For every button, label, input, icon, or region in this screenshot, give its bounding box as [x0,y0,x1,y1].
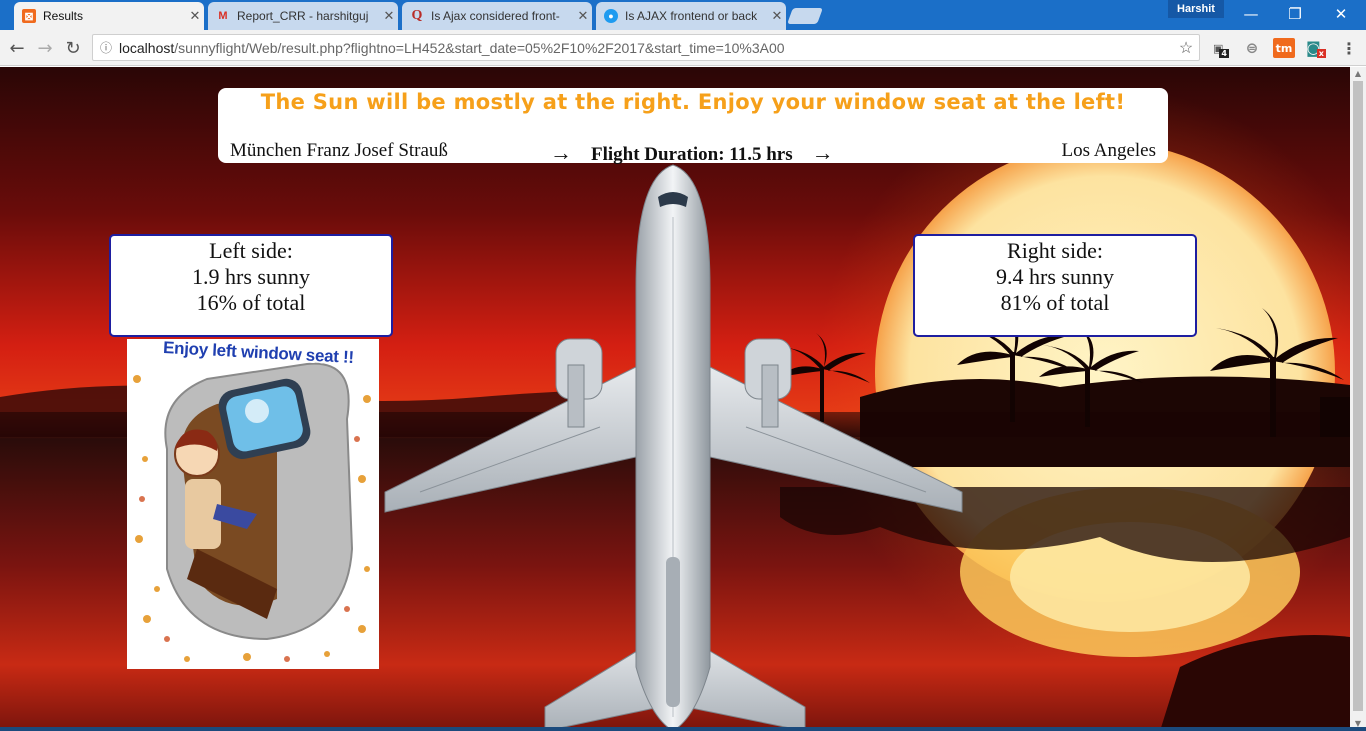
chat-extension-icon[interactable]: ◙ x [1305,38,1327,58]
tab-gmail[interactable]: M Report_CRR - harshitguj ✕ [208,2,398,30]
tab-label: Results [43,9,84,23]
left-side-label: Left side: [209,238,293,263]
minimize-icon[interactable]: — [1228,0,1274,28]
gmail-icon: M [218,10,228,22]
menu-kebab-icon[interactable]: ⋮ [1338,38,1360,58]
close-window-icon[interactable]: ✕ [1318,0,1364,28]
close-tab-icon[interactable]: ✕ [768,8,786,24]
profile-button[interactable]: Harshit [1168,0,1224,18]
right-side-summary: Right side: 9.4 hrs sunny 81% of total [913,234,1197,337]
extension-badge-icon[interactable]: ▣ 4 [1210,38,1232,58]
right-arrow-icon: → [550,140,572,165]
right-arrow-icon: → [811,140,834,165]
url-path: /sunnyflight/Web/result.php?flightno=LH4… [174,39,785,56]
flight-duration-label: Flight Duration: 11.5 hrs [591,144,793,165]
tab-label: Is Ajax considered front- [431,9,560,23]
forward-arrow-icon[interactable]: → [34,37,56,59]
extension-badge: 4 [1219,48,1229,58]
browser-titlebar: ⊠ Results ✕ M Report_CRR - harshitguj ✕ … [0,0,1366,30]
new-tab-button[interactable] [787,8,823,24]
close-tab-icon[interactable]: ✕ [380,8,398,24]
back-arrow-icon[interactable]: ← [6,37,28,59]
close-tab-icon[interactable]: ✕ [186,8,204,24]
origin-airport: München Franz Josef Strauß [230,140,448,161]
right-side-label: Right side: [1007,238,1103,263]
restore-icon[interactable]: ❐ [1272,0,1318,28]
browser-toolbar: ← → ↻ ⓘ localhost/sunnyflight/Web/result… [0,30,1366,66]
page-scrollbar[interactable]: ▲ ▼ [1350,67,1366,731]
url-host: localhost [119,39,175,56]
extension-alert-badge: x [1316,48,1326,58]
destination-airport: Los Angeles [1061,140,1156,161]
sync-icon[interactable]: ⊜ [1241,38,1263,58]
info-icon[interactable]: ⓘ [93,39,119,56]
scroll-up-icon[interactable]: ▲ [1350,67,1366,81]
page-content: The Sun will be mostly at the right. Enj… [0,67,1350,731]
close-tab-icon[interactable]: ✕ [574,8,592,24]
address-bar[interactable]: ⓘ localhost/sunnyflight/Web/result.php?f… [92,34,1200,61]
tm-extension-icon[interactable]: tm [1273,38,1295,58]
reload-icon[interactable]: ↻ [62,37,84,59]
window-seat-sticker [127,339,379,669]
left-side-percent: 16% of total [196,290,306,315]
left-side-summary: Left side: 1.9 hrs sunny 16% of total [109,234,393,337]
bookmark-star-icon[interactable]: ☆ [1173,38,1199,58]
tab-results[interactable]: ⊠ Results ✕ [14,2,204,30]
scrollbar-thumb[interactable] [1353,81,1363,711]
tab-label: Report_CRR - harshitguj [237,9,369,23]
url-text[interactable]: localhost/sunnyflight/Web/result.php?fli… [119,40,1173,56]
tab-label: Is AJAX frontend or back [625,9,758,23]
quora-icon: Q [411,8,423,23]
right-side-percent: 81% of total [1000,290,1110,315]
left-side-hours: 1.9 hrs sunny [192,264,310,289]
tab-ajax[interactable]: ● Is AJAX frontend or back ✕ [596,2,786,30]
sun-position-headline: The Sun will be mostly at the right. Enj… [260,90,1126,114]
result-banner: The Sun will be mostly at the right. Enj… [218,88,1168,166]
taskbar-edge [0,727,1366,731]
tab-quora[interactable]: Q Is Ajax considered front- ✕ [402,2,592,30]
chat-bubble-icon: ● [604,9,618,23]
right-side-hours: 9.4 hrs sunny [996,264,1114,289]
xampp-icon: ⊠ [22,9,36,23]
flight-duration: → Flight Duration: 11.5 hrs → [550,140,834,166]
